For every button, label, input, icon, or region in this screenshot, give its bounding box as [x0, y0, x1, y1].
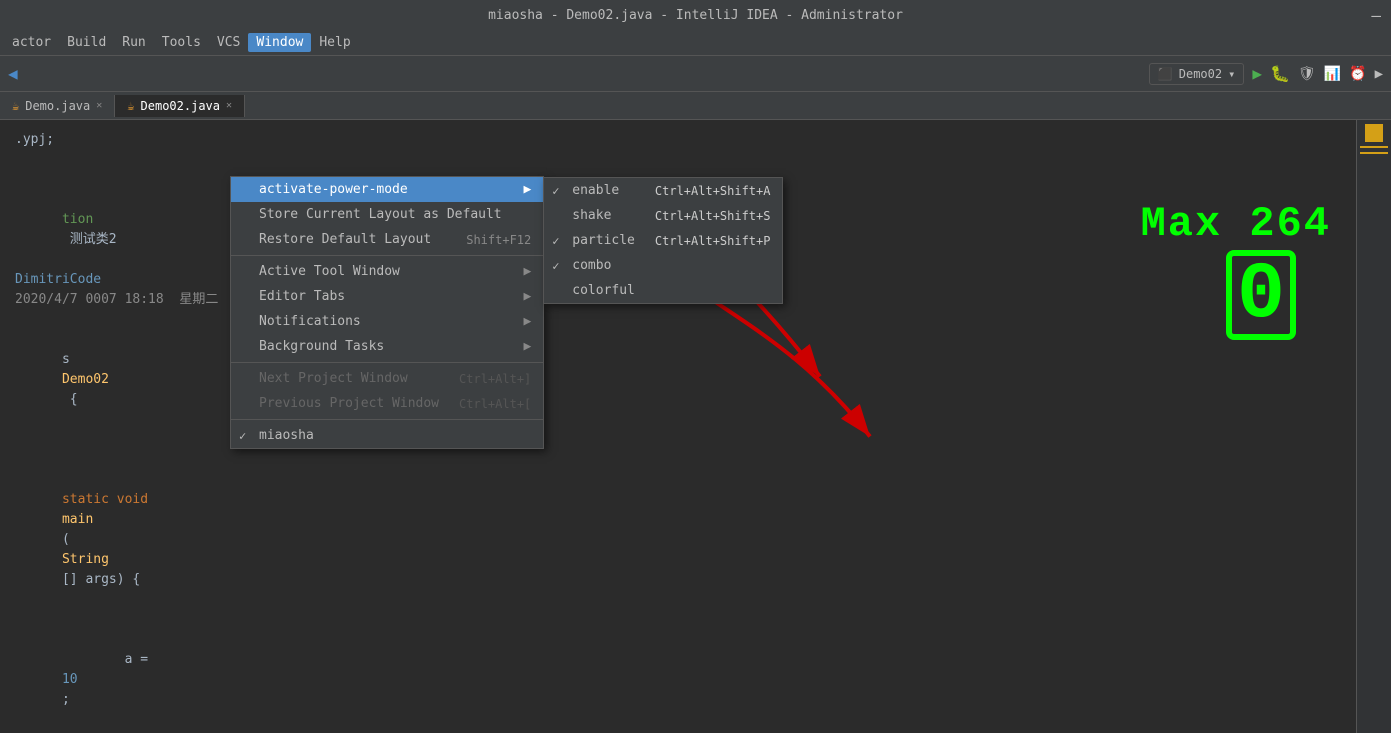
- submenu-label: colorful: [572, 283, 635, 298]
- menu-divider: [231, 255, 543, 256]
- code-line: [15, 430, 1341, 450]
- submenu-label: shake: [572, 208, 611, 223]
- menu-item-activate-power-mode[interactable]: activate-power-mode ▶ ✓ enable Ctrl+Alt+…: [231, 177, 543, 202]
- code-line: [15, 310, 1341, 330]
- submenu-arrow-icon: ▶: [523, 314, 531, 329]
- shortcut-label: Shift+F12: [466, 233, 531, 247]
- check-icon: ✓: [552, 184, 559, 198]
- menu-item-active-tool-window[interactable]: Active Tool Window ▶: [231, 259, 543, 284]
- menu-item-notifications[interactable]: Notifications ▶: [231, 309, 543, 334]
- menu-divider: [231, 362, 543, 363]
- menu-bar: actor Build Run Tools VCS Window Help: [0, 30, 1391, 56]
- menu-help[interactable]: Help: [311, 33, 358, 52]
- submenu-label: combo: [572, 258, 611, 273]
- menu-item-label: miaosha: [259, 428, 314, 443]
- big-green-zero: 0: [1226, 250, 1296, 340]
- submenu-item-colorful[interactable]: colorful: [544, 278, 782, 303]
- menu-item-prev-project: Previous Project Window Ctrl+Alt+[: [231, 391, 543, 416]
- run-config-name: Demo02: [1179, 67, 1222, 81]
- scroll-marker: [1360, 152, 1387, 154]
- menu-item-background-tasks[interactable]: Background Tasks ▶: [231, 334, 543, 359]
- shortcut-label: Ctrl+Alt+Shift+P: [655, 234, 771, 248]
- tab-demo02-icon: ☕: [127, 99, 134, 113]
- shortcut-label: Ctrl+Alt+Shift+S: [655, 209, 771, 223]
- menu-item-label: Store Current Layout as Default: [259, 207, 502, 222]
- code-line: [15, 610, 1341, 630]
- submenu-arrow-icon: ▶: [523, 339, 531, 354]
- submenu-item-enable[interactable]: ✓ enable Ctrl+Alt+Shift+A: [544, 178, 782, 203]
- shortcut-label: Ctrl+Alt+]: [459, 372, 531, 386]
- menu-actor[interactable]: actor: [4, 33, 59, 52]
- menu-divider: [231, 419, 543, 420]
- menu-run[interactable]: Run: [114, 33, 153, 52]
- submenu-label: particle: [572, 233, 635, 248]
- submenu-item-combo[interactable]: ✓ combo: [544, 253, 782, 278]
- editor-tabs-bar: ☕ Demo.java ✕ ☕ Demo02.java ✕: [0, 92, 1391, 120]
- tab-demo02-label: Demo02.java: [141, 99, 220, 113]
- tab-demo-label: Demo.java: [25, 99, 90, 113]
- submenu-item-particle[interactable]: ✓ particle Ctrl+Alt+Shift+P: [544, 228, 782, 253]
- tab-demo02-close[interactable]: ✕: [226, 100, 232, 111]
- check-icon: ✓: [239, 429, 246, 443]
- menu-item-editor-tabs[interactable]: Editor Tabs ▶: [231, 284, 543, 309]
- main-area: .ypj; tion 测试类2 DimitriCode 2020/4/7 000…: [0, 120, 1391, 733]
- coverage-button[interactable]: 🛡: [1298, 66, 1316, 82]
- shortcut-label: Ctrl+Alt+[: [459, 397, 531, 411]
- menu-item-label: Next Project Window: [259, 371, 408, 386]
- run-config-arrow: ▾: [1228, 67, 1235, 81]
- tab-demo-close[interactable]: ✕: [96, 100, 102, 111]
- big-green-max264: Max 264: [1141, 200, 1331, 248]
- toolbar: ◀ ⬛ Demo02 ▾ ▶ 🐛 🛡 📊 ⏰ ▶: [0, 56, 1391, 92]
- code-line: s Demo02 {: [15, 330, 1341, 430]
- menu-vcs[interactable]: VCS: [209, 33, 248, 52]
- menu-item-miaosha[interactable]: ✓ miaosha: [231, 423, 543, 448]
- submenu-arrow-icon: ▶: [523, 289, 531, 304]
- code-line: static void main ( String [] args) {: [15, 450, 1341, 610]
- power-mode-submenu: ✓ enable Ctrl+Alt+Shift+A shake Ctrl+Alt…: [543, 177, 783, 304]
- menu-item-label: activate-power-mode: [259, 182, 408, 197]
- tab-demo02-java[interactable]: ☕ Demo02.java ✕: [115, 95, 245, 117]
- menu-item-label: Previous Project Window: [259, 396, 439, 411]
- tab-demo-java[interactable]: ☕ Demo.java ✕: [0, 95, 115, 117]
- run-config-icon: ⬛: [1158, 67, 1173, 81]
- more-run-options[interactable]: ⏰: [1349, 66, 1366, 82]
- scroll-marker: [1360, 146, 1387, 148]
- profile-button[interactable]: 📊: [1324, 66, 1341, 82]
- submenu-arrow-icon: ▶: [523, 264, 531, 279]
- menu-item-label: Editor Tabs: [259, 289, 345, 304]
- run-button[interactable]: ▶: [1252, 64, 1262, 83]
- right-panel: [1356, 120, 1391, 733]
- check-icon: ✓: [552, 259, 559, 273]
- minimap-marker: [1365, 124, 1383, 142]
- menu-item-next-project: Next Project Window Ctrl+Alt+]: [231, 366, 543, 391]
- check-icon: ✓: [552, 234, 559, 248]
- window-dropdown-menu: activate-power-mode ▶ ✓ enable Ctrl+Alt+…: [230, 176, 544, 449]
- submenu-arrow-icon: ▶: [523, 182, 531, 197]
- extra-run-btn[interactable]: ▶: [1375, 66, 1383, 82]
- menu-item-restore-layout[interactable]: Restore Default Layout Shift+F12: [231, 227, 543, 252]
- menu-item-label: Background Tasks: [259, 339, 384, 354]
- toolbar-back-icon[interactable]: ◀: [8, 64, 18, 83]
- shortcut-label: Ctrl+Alt+Shift+A: [655, 184, 771, 198]
- tab-demo-icon: ☕: [12, 99, 19, 113]
- title-text: miaosha - Demo02.java - IntelliJ IDEA - …: [488, 8, 903, 23]
- code-line: a = 10 ;: [15, 630, 1341, 730]
- code-line: .ypj;: [15, 130, 1341, 150]
- run-config-selector[interactable]: ⬛ Demo02 ▾: [1149, 63, 1245, 85]
- menu-window[interactable]: Window: [248, 33, 311, 52]
- minimize-button[interactable]: —: [1371, 6, 1381, 25]
- menu-item-label: Active Tool Window: [259, 264, 400, 279]
- title-bar: miaosha - Demo02.java - IntelliJ IDEA - …: [0, 0, 1391, 30]
- submenu-item-shake[interactable]: shake Ctrl+Alt+Shift+S: [544, 203, 782, 228]
- debug-button[interactable]: 🐛: [1270, 64, 1290, 83]
- menu-item-label: Notifications: [259, 314, 361, 329]
- menu-item-label: Restore Default Layout: [259, 232, 431, 247]
- menu-tools[interactable]: Tools: [154, 33, 209, 52]
- menu-item-store-layout[interactable]: Store Current Layout as Default: [231, 202, 543, 227]
- submenu-label: enable: [572, 183, 619, 198]
- code-line: [15, 150, 1341, 170]
- menu-build[interactable]: Build: [59, 33, 114, 52]
